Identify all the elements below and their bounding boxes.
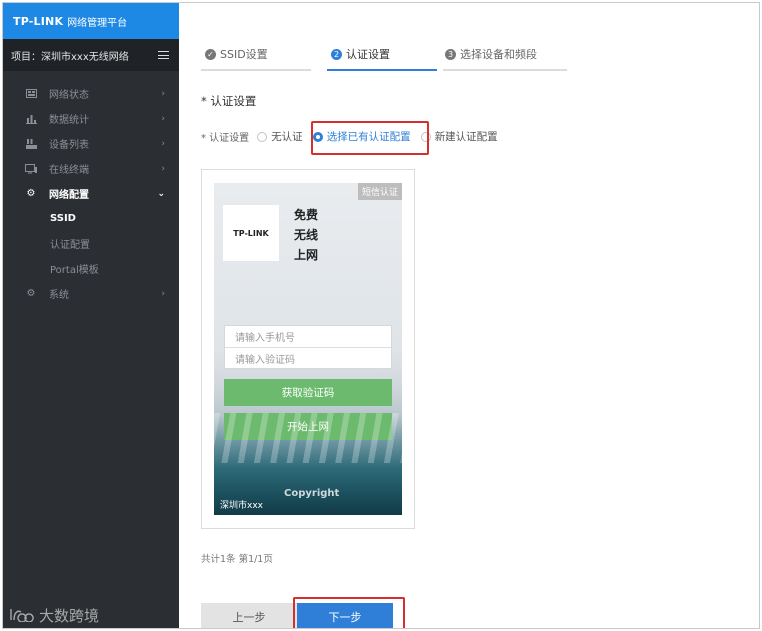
step-label: 选择设备和频段 bbox=[460, 48, 537, 61]
radio-label: 无认证 bbox=[271, 131, 303, 143]
watermark-logo-icon bbox=[9, 606, 35, 626]
sidebar-item-system[interactable]: ⚙ 系统 › bbox=[3, 281, 179, 306]
brand-logo: TP-LINK bbox=[13, 14, 64, 28]
bar-chart-icon bbox=[25, 113, 37, 125]
sidebar-item-network-config[interactable]: ⚙ 网络配置 ⌄ bbox=[3, 181, 179, 206]
radio-new-auth[interactable]: 新建认证配置 bbox=[420, 129, 498, 144]
section-title: * 认证设置 bbox=[201, 94, 257, 108]
check-circle-icon: ✓ bbox=[205, 48, 216, 60]
menu-icon[interactable] bbox=[158, 51, 169, 59]
monitor-icon bbox=[25, 163, 37, 175]
sidebar-subitem-auth-config[interactable]: 认证配置 bbox=[3, 231, 179, 256]
portal-preview-card[interactable]: 短信认证 TP-LINK 免费 无线 上网 请输入手机号 请输入验证码 获取验证… bbox=[201, 169, 415, 529]
copyright-text: Copyright bbox=[284, 488, 340, 499]
sidebar-item-online-clients[interactable]: 在线终端 › bbox=[3, 156, 179, 181]
sidebar-item-label: 系统 bbox=[49, 290, 69, 301]
chevron-right-icon: › bbox=[161, 88, 165, 99]
prev-button[interactable]: 上一步 bbox=[201, 603, 297, 628]
watermark-text: 大数跨境 bbox=[39, 607, 100, 625]
step-number: 3 bbox=[445, 48, 456, 60]
code-input: 请输入验证码 bbox=[225, 347, 391, 368]
sidebar-item-label: 网络配置 bbox=[49, 190, 89, 201]
dashboard-icon bbox=[25, 88, 37, 100]
chevron-down-icon: ⌄ bbox=[157, 188, 165, 199]
chevron-right-icon: › bbox=[161, 113, 165, 124]
watermark: 大数跨境 bbox=[9, 605, 99, 626]
city-text: 深圳市xxx bbox=[220, 501, 263, 511]
step-number: 2 bbox=[331, 48, 342, 60]
sidebar-subitem-label: Portal模板 bbox=[50, 265, 99, 276]
wizard-steps: ✓ SSID设置 2 认证设置 3 选择设备和频段 bbox=[201, 39, 567, 71]
step-auth[interactable]: 2 认证设置 bbox=[327, 39, 437, 71]
chevron-right-icon: › bbox=[161, 163, 165, 174]
phone-input: 请输入手机号 bbox=[235, 333, 295, 344]
gear-icon: ⚙ bbox=[26, 188, 36, 199]
get-code-button: 获取验证码 bbox=[224, 379, 392, 406]
radio-circle-icon bbox=[257, 131, 268, 142]
step-label: 认证设置 bbox=[346, 48, 390, 61]
chevron-right-icon: › bbox=[161, 138, 165, 149]
sidebar-item-statistics[interactable]: 数据统计 › bbox=[3, 106, 179, 131]
main-content: ✓ SSID设置 2 认证设置 3 选择设备和频段 * 认证设置 * 认证设置 … bbox=[179, 3, 759, 628]
pagination-info: 共计1条 第1/1页 bbox=[201, 554, 273, 565]
project-bar: 项目：深圳市xxx无线网络 bbox=[3, 39, 179, 71]
sidebar-nav: 网络状态 › 数据统计 › 设备列表 › 在线终端 › ⚙ 网络配置 ⌄ SSI… bbox=[3, 71, 179, 306]
brand-header: TP-LINK 网络管理平台 bbox=[3, 3, 179, 39]
step-device-band[interactable]: 3 选择设备和频段 bbox=[443, 39, 567, 71]
sms-auth-tag: 短信认证 bbox=[357, 183, 402, 200]
chevron-right-icon: › bbox=[161, 288, 165, 299]
device-list-icon bbox=[25, 138, 37, 150]
sidebar-item-label: 在线终端 bbox=[49, 165, 89, 176]
auth-label: * 认证设置 bbox=[201, 133, 250, 144]
sidebar-item-network-status[interactable]: 网络状态 › bbox=[3, 81, 179, 106]
sidebar-item-label: 设备列表 bbox=[49, 140, 89, 151]
gear-icon: ⚙ bbox=[26, 288, 36, 299]
app-frame: TP-LINK 网络管理平台 项目：深圳市xxx无线网络 网络状态 › 数据统计… bbox=[2, 2, 760, 629]
step-label: SSID设置 bbox=[220, 48, 268, 61]
brand-subtitle: 网络管理平台 bbox=[67, 17, 128, 29]
project-label: 项目：深圳市xxx无线网络 bbox=[11, 51, 129, 63]
sidebar-subitem-ssid[interactable]: SSID bbox=[3, 206, 179, 231]
step-ssid[interactable]: ✓ SSID设置 bbox=[201, 39, 311, 71]
portal-preview: 短信认证 TP-LINK 免费 无线 上网 请输入手机号 请输入验证码 获取验证… bbox=[214, 183, 402, 515]
radio-no-auth[interactable]: 无认证 bbox=[257, 129, 303, 144]
slogan: 免费 无线 上网 bbox=[294, 208, 319, 262]
logo: TP-LINK bbox=[223, 205, 279, 261]
preview-input-group: 请输入手机号 请输入验证码 bbox=[224, 325, 392, 369]
sidebar-subitem-portal-template[interactable]: Portal模板 bbox=[3, 256, 179, 281]
sidebar-item-label: 网络状态 bbox=[49, 90, 89, 101]
sidebar-subitem-label: 认证配置 bbox=[50, 240, 90, 251]
sidebar: TP-LINK 网络管理平台 项目：深圳市xxx无线网络 网络状态 › 数据统计… bbox=[3, 3, 179, 628]
sidebar-item-label: 数据统计 bbox=[49, 115, 89, 126]
logo-text: TP-LINK bbox=[233, 228, 269, 238]
highlight-annotation bbox=[311, 121, 429, 155]
sidebar-item-devices[interactable]: 设备列表 › bbox=[3, 131, 179, 156]
highlight-annotation bbox=[293, 597, 405, 628]
start-button: 开始上网 bbox=[224, 413, 392, 440]
radio-label: 新建认证配置 bbox=[434, 131, 498, 143]
sidebar-subitem-label: SSID bbox=[50, 213, 76, 224]
